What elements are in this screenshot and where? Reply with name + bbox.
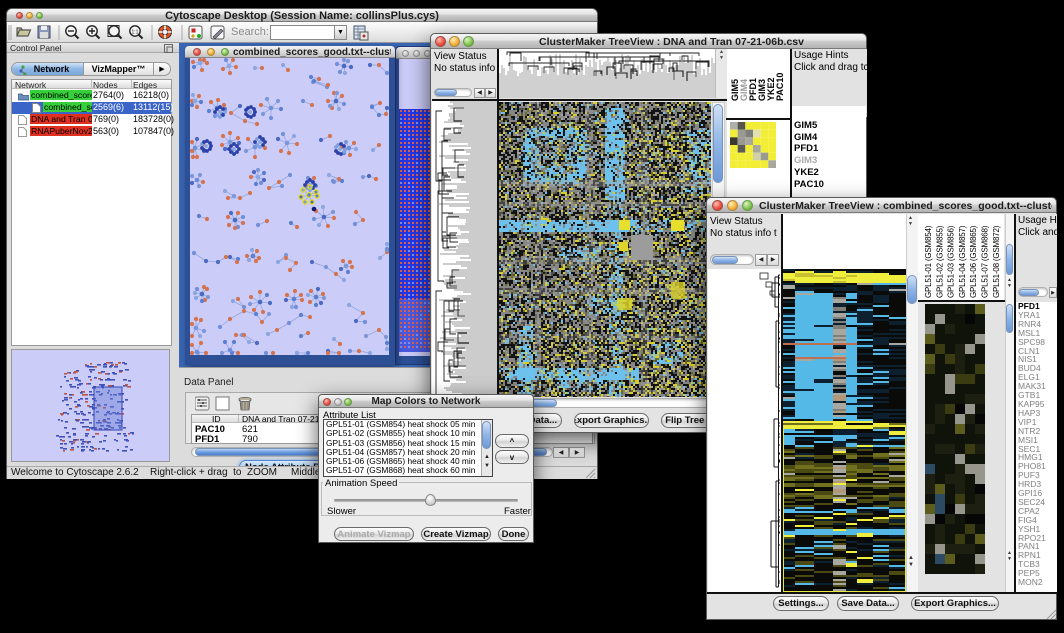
- svg-text:GPL51-01 (GSM854): GPL51-01 (GSM854): [924, 225, 933, 298]
- svg-text:GPL51-02 (GSM855): GPL51-02 (GSM855): [935, 225, 944, 298]
- svg-text:PAC10: PAC10: [775, 73, 785, 101]
- svg-text:GPL51-07 (GSM868): GPL51-07 (GSM868): [981, 225, 990, 298]
- svg-text:1:1: 1:1: [132, 30, 139, 36]
- svg-text:GPL51-06 (GSM865): GPL51-06 (GSM865): [969, 225, 978, 298]
- svg-text:GPL51-08 (GSM872): GPL51-08 (GSM872): [992, 225, 1001, 298]
- svg-text:GPL51-04 (GSM857): GPL51-04 (GSM857): [958, 225, 967, 298]
- svg-text:GPL51-03 (GSM856): GPL51-03 (GSM856): [947, 225, 956, 298]
